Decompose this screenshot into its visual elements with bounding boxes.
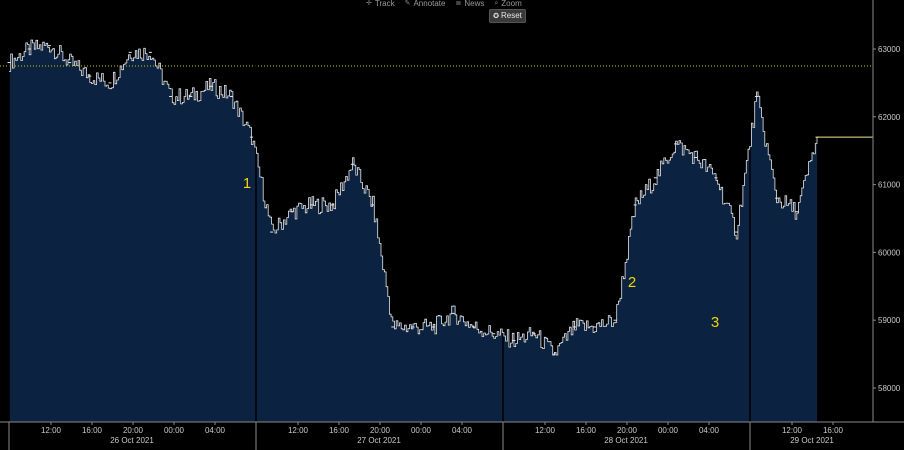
- x-date-label: 29 Oct 2021: [790, 436, 834, 445]
- y-tick-label: 60000: [878, 248, 901, 257]
- annotation-label: 3: [711, 314, 719, 331]
- news-button[interactable]: ≣ News: [455, 0, 484, 8]
- x-tick-label: 04:00: [452, 426, 473, 435]
- x-tick-label: 20:00: [123, 426, 144, 435]
- annotate-label: Annotate: [413, 0, 446, 8]
- x-tick-label: 12:00: [782, 426, 803, 435]
- x-tick-label: 04:00: [699, 426, 720, 435]
- y-tick-label: 63000: [878, 45, 901, 54]
- x-date-label: 28 Oct 2021: [604, 436, 648, 445]
- y-tick-label: 61000: [878, 181, 901, 190]
- annotation-label: 2: [628, 274, 636, 291]
- x-tick-label: 20:00: [370, 426, 391, 435]
- x-tick-label: 00:00: [411, 426, 432, 435]
- x-date-label: 26 Oct 2021: [110, 436, 154, 445]
- zoom-button[interactable]: ⌕ Zoom: [494, 0, 521, 8]
- magnifier-icon: ⌕: [494, 0, 499, 7]
- y-tick-label: 62000: [878, 113, 901, 122]
- x-tick-label: 12:00: [41, 426, 62, 435]
- reset-label: Reset: [500, 11, 522, 20]
- news-icon: ≣: [455, 0, 462, 7]
- area-fill-layer: [9, 40, 817, 422]
- price-area: [9, 40, 817, 422]
- y-tick-label: 58000: [878, 384, 901, 393]
- x-tick-label: 12:00: [535, 426, 556, 435]
- annotate-button[interactable]: ✎ Annotate: [405, 0, 446, 8]
- reset-icon: ✪: [493, 13, 499, 20]
- x-tick-label: 12:00: [288, 426, 309, 435]
- x-tick-label: 20:00: [617, 426, 638, 435]
- x-tick-label: 16:00: [82, 426, 103, 435]
- reset-button[interactable]: ✪ Reset: [489, 9, 526, 23]
- price-chart: 58000 59000 60000 61000 62000 63000 12:00 16:00…: [0, 0, 904, 450]
- x-date-label: 27 Oct 2021: [357, 436, 401, 445]
- x-tick-label: 04:00: [205, 426, 226, 435]
- y-tick-label: 59000: [878, 316, 901, 325]
- x-tick-label: 16:00: [576, 426, 597, 435]
- chart-toolbar: ✛ Track ✎ Annotate ≣ News ⌕ Zoom: [366, 0, 522, 8]
- x-tick-label: 16:00: [329, 426, 350, 435]
- news-label: News: [464, 0, 485, 8]
- track-label: Track: [374, 0, 395, 8]
- x-tick-label: 00:00: [658, 426, 679, 435]
- track-button[interactable]: ✛ Track: [366, 0, 395, 8]
- x-tick-label: 00:00: [164, 426, 185, 435]
- annotation-label: 1: [243, 175, 251, 192]
- crosshair-icon: ✛: [366, 0, 372, 7]
- x-tick-label: 16:00: [823, 426, 844, 435]
- pencil-icon: ✎: [404, 0, 411, 7]
- zoom-label: Zoom: [501, 0, 522, 8]
